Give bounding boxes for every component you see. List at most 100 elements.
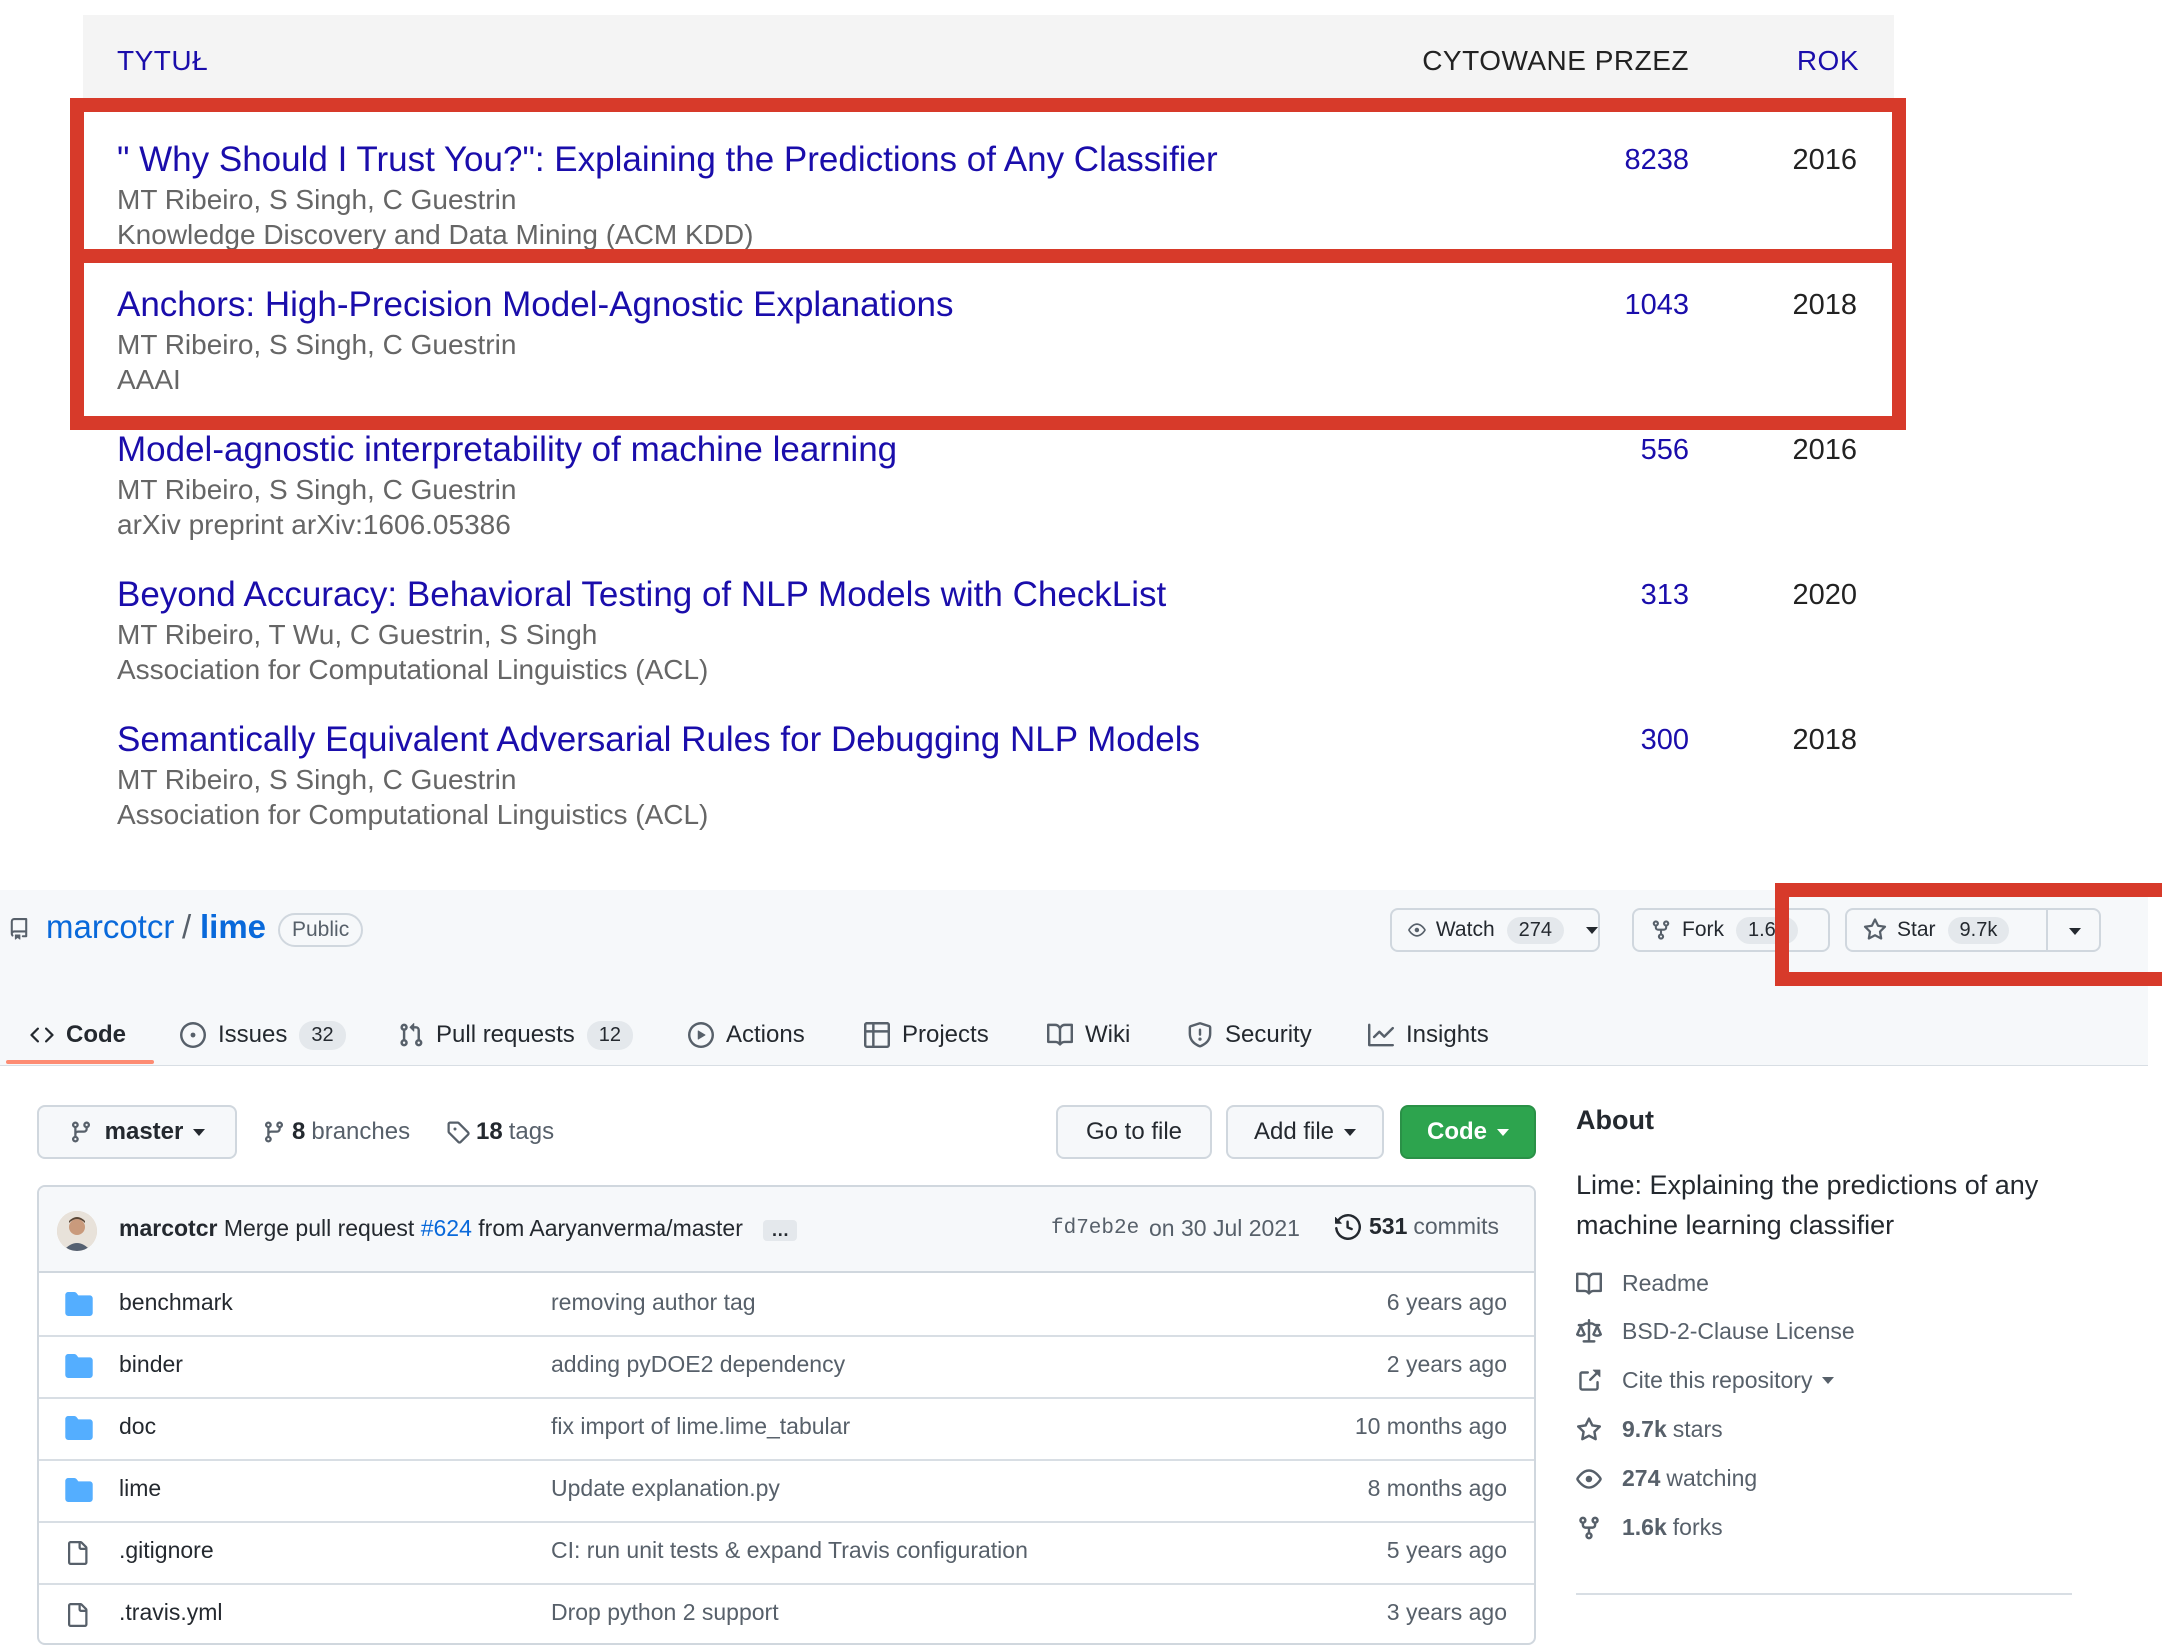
watchers-link[interactable]: 274 watching [1576,1465,1757,1492]
file-row[interactable]: binder adding pyDOE2 dependency 2 years … [39,1335,1534,1399]
file-commit-message[interactable]: adding pyDOE2 dependency [551,1351,845,1378]
repo-path-separator: / [182,908,192,945]
tab-count: 12 [586,1020,633,1050]
branches-count: 8 [292,1118,306,1145]
highlight-box [1775,883,2162,986]
expand-commit-button[interactable]: … [763,1220,798,1241]
publication-authors: MT Ribeiro, S Singh, C Guestrin [117,474,517,505]
file-name-link[interactable]: lime [119,1475,161,1502]
git-branch-icon [71,1121,90,1143]
table-header: TYTUŁ CYTOWANE PRZEZ ROK [83,15,1894,98]
graph-icon [1368,1023,1394,1047]
repo-name-link[interactable]: lime [200,908,266,946]
folder-icon [65,1292,93,1316]
watch-button[interactable]: Watch 274 [1390,908,1600,952]
file-name-link[interactable]: .travis.yml [119,1599,223,1626]
code-button[interactable]: Code [1400,1105,1536,1159]
tab-label: Wiki [1085,1021,1131,1048]
header-year-sort[interactable]: ROK [1797,45,1859,77]
chevron-down-icon [1344,1128,1357,1136]
file-name-link[interactable]: benchmark [119,1289,233,1316]
cite-repository-button[interactable]: Cite this repository [1576,1367,1835,1394]
latest-commit: marcotcr Merge pull request #624 from Aa… [39,1187,1534,1273]
chevron-down-icon [193,1128,206,1136]
about-heading: About [1576,1105,1654,1135]
commit-date: on 30 Jul 2021 [1149,1215,1300,1241]
file-name-link[interactable]: .gitignore [119,1537,214,1564]
publication-venue: Association for Computational Linguistic… [117,799,709,830]
forks-link[interactable]: 1.6k forks [1576,1514,1723,1541]
repo-description: Lime: Explaining the predictions of any … [1576,1170,2039,1240]
file-commit-message[interactable]: CI: run unit tests & expand Travis confi… [551,1537,1028,1564]
tag-icon [447,1121,470,1144]
tags-label: tags [508,1118,555,1145]
watching-label: watching [1666,1465,1758,1491]
branches-link[interactable]: 8 branches [262,1118,410,1146]
pull-request-link[interactable]: #624 [421,1215,472,1241]
file-commit-message[interactable]: removing author tag [551,1289,756,1316]
file-commit-message[interactable]: Drop python 2 support [551,1599,779,1626]
eye-icon [1408,923,1426,937]
commit-message-suffix[interactable]: from Aaryanverma/master [478,1215,743,1241]
repo-owner-link[interactable]: marcotcr [46,908,174,946]
folder-icon [65,1354,93,1378]
publication-title-link[interactable]: Semantically Equivalent Adversarial Rule… [117,720,1200,760]
commit-author-link[interactable]: marcotcr [119,1215,217,1241]
cited-by-link[interactable]: 300 [1641,724,1689,757]
file-row[interactable]: .gitignore CI: run unit tests & expand T… [39,1521,1534,1585]
cited-by-link[interactable]: 313 [1641,579,1689,612]
file-commit-message[interactable]: Update explanation.py [551,1475,780,1502]
play-icon [688,1022,714,1048]
fork-icon [1579,1516,1599,1539]
avatar[interactable] [57,1211,97,1251]
git-branch-icon [264,1121,283,1143]
readme-link[interactable]: Readme [1576,1270,1709,1297]
tab-issues[interactable]: Issues 32 [180,1005,346,1065]
file-age: 5 years ago [1386,1537,1507,1563]
cite-icon [1579,1369,1601,1391]
file-icon [68,1541,88,1565]
publication-authors: MT Ribeiro, T Wu, C Guestrin, S Singh [117,619,598,650]
tags-link[interactable]: 18 tags [446,1118,554,1146]
file-age: 10 months ago [1354,1413,1507,1439]
file-row[interactable]: doc fix import of lime.lime_tabular 10 m… [39,1397,1534,1461]
tab-wiki[interactable]: Wiki [1047,1005,1130,1065]
publication-title-link[interactable]: Beyond Accuracy: Behavioral Testing of N… [117,575,1166,615]
issue-opened-icon [180,1022,206,1048]
file-row[interactable]: benchmark removing author tag 6 years ag… [39,1273,1534,1337]
file-name-link[interactable]: doc [119,1413,156,1440]
tab-count: 32 [299,1020,346,1050]
branch-select[interactable]: master [37,1105,237,1159]
license-link[interactable]: BSD-2-Clause License [1576,1318,1855,1345]
header-cited-by: CYTOWANE PRZEZ [1422,45,1689,76]
publication-year: 2018 [1792,724,1857,756]
publication-row: Beyond Accuracy: Behavioral Testing of N… [117,575,1857,715]
file-commit-message[interactable]: fix import of lime.lime_tabular [551,1413,850,1440]
book-icon [1047,1023,1073,1046]
commits-link[interactable]: 531 commits [1335,1213,1499,1240]
code-icon [30,1027,54,1043]
commit-sha-link[interactable]: fd7eb2e [1051,1217,1139,1240]
section-divider [1576,1593,2072,1595]
add-file-button[interactable]: Add file [1226,1105,1384,1159]
tab-label: Insights [1406,1021,1489,1048]
publication-title-link[interactable]: Model-agnostic interpretability of machi… [117,430,897,470]
table-icon [864,1022,890,1048]
tab-pull-requests[interactable]: Pull requests 12 [398,1005,633,1065]
law-icon [1576,1318,1602,1343]
file-name-link[interactable]: binder [119,1351,183,1378]
header-title-sort[interactable]: TYTUŁ [117,45,208,77]
stars-link[interactable]: 9.7k stars [1576,1416,1723,1443]
tab-insights[interactable]: Insights [1368,1005,1489,1065]
tab-code[interactable]: Code [30,1005,126,1065]
file-row[interactable]: lime Update explanation.py 8 months ago [39,1459,1534,1523]
cited-by-link[interactable]: 556 [1641,434,1689,467]
go-to-file-button[interactable]: Go to file [1056,1105,1212,1159]
file-row[interactable]: .travis.yml Drop python 2 support 3 year… [39,1583,1534,1643]
file-age: 6 years ago [1386,1289,1507,1315]
tab-actions[interactable]: Actions [688,1005,805,1065]
tab-security[interactable]: Security [1187,1005,1312,1065]
commit-message-prefix[interactable]: Merge pull request [224,1215,415,1241]
tab-label: Code [66,1021,126,1048]
tab-projects[interactable]: Projects [864,1005,989,1065]
